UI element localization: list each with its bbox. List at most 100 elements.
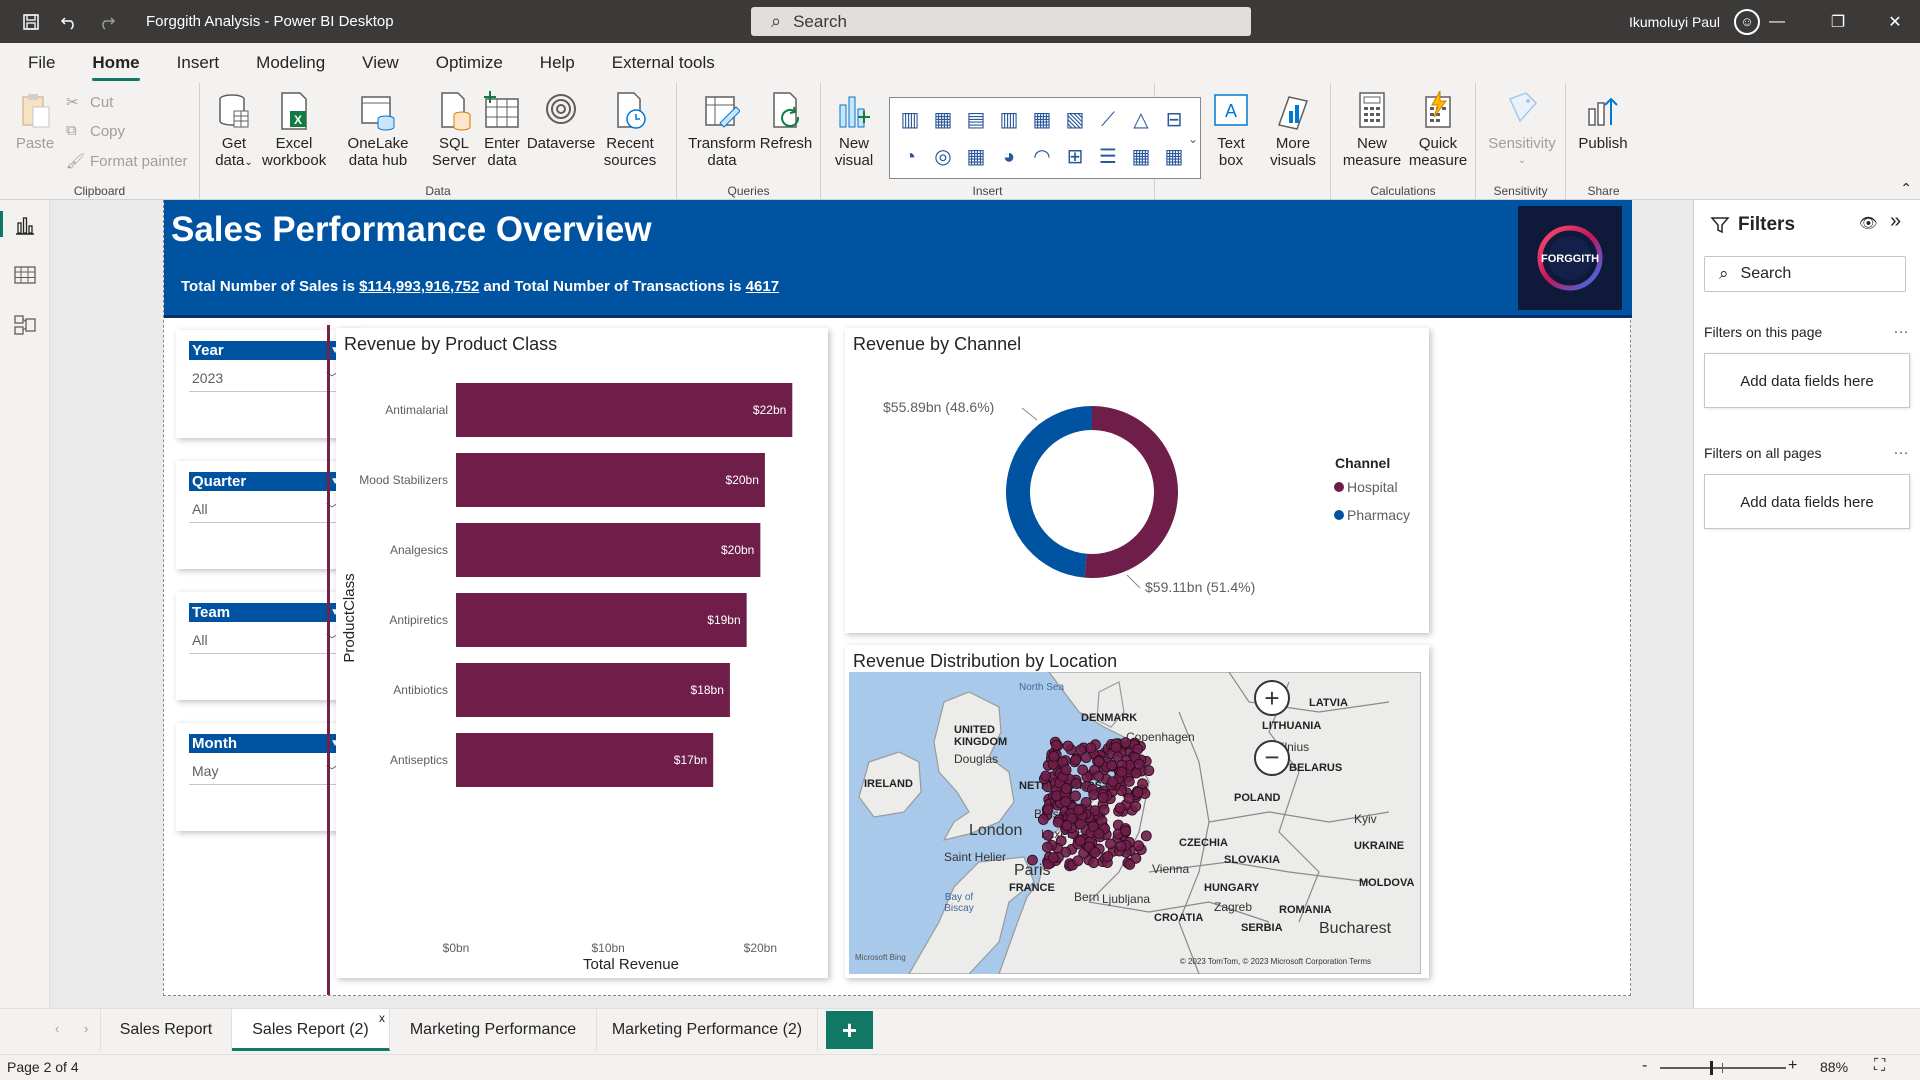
redo-icon[interactable] bbox=[92, 7, 122, 37]
zoom-slider-thumb[interactable] bbox=[1710, 1061, 1713, 1075]
zoom-in-button[interactable]: + bbox=[1254, 680, 1290, 716]
100-column-icon[interactable]: ▧ bbox=[1063, 108, 1087, 132]
sql-server-button[interactable]: SQL Server bbox=[426, 91, 482, 169]
treemap-icon[interactable]: ▦ bbox=[964, 145, 988, 169]
menu-help[interactable]: Help bbox=[540, 43, 575, 83]
location-bubble bbox=[1048, 750, 1060, 762]
donut-chart-icon[interactable]: ◎ bbox=[931, 145, 955, 169]
slicer-month[interactable]: Month▼ May﹀ bbox=[176, 723, 358, 831]
close-button[interactable]: ✕ bbox=[1870, 0, 1920, 43]
minimize-button[interactable]: — bbox=[1752, 0, 1802, 43]
stacked-column-icon[interactable]: ▦ bbox=[931, 108, 955, 132]
clustered-column-icon[interactable]: ▥ bbox=[997, 108, 1021, 132]
ribbon-chart-icon[interactable]: ⊟ bbox=[1162, 108, 1186, 132]
collapse-pane-icon[interactable]: » bbox=[1890, 210, 1901, 233]
quick-measure-button[interactable]: Quick measure bbox=[1405, 91, 1471, 169]
onelake-data-hub-button[interactable]: OneLake data hub bbox=[332, 91, 424, 169]
donut-chart-visual[interactable]: Revenue by Channel $59.11bn (51.4%) $55.8… bbox=[845, 328, 1429, 633]
menu-insert[interactable]: Insert bbox=[177, 43, 220, 83]
map-title: Revenue Distribution by Location bbox=[853, 651, 1118, 671]
sensitivity-icon bbox=[1508, 92, 1538, 123]
zoom-in-icon[interactable]: + bbox=[1788, 1057, 1797, 1075]
close-tab-icon[interactable]: x bbox=[379, 997, 385, 1039]
enter-data-button[interactable]: Enter data bbox=[482, 91, 522, 169]
filters-search-input[interactable]: ⌕ Search bbox=[1704, 256, 1906, 292]
pie-chart-icon[interactable]: ◔ bbox=[898, 145, 922, 169]
undo-icon[interactable] bbox=[54, 7, 84, 37]
menu-home[interactable]: Home bbox=[92, 43, 140, 83]
search-placeholder: Search bbox=[793, 11, 847, 31]
filters-on-all-drop[interactable]: Add data fields here bbox=[1704, 474, 1910, 529]
zoom-slider[interactable] bbox=[1660, 1061, 1786, 1075]
sensitivity-button[interactable]: Sensitivity ⌄ bbox=[1484, 91, 1560, 169]
slicer-year[interactable]: Year▼ 2023﹀ bbox=[176, 330, 358, 438]
format-painter-button[interactable]: 🖌 Format painter bbox=[66, 152, 188, 171]
cut-button[interactable]: ✂ Cut bbox=[66, 93, 113, 112]
menu-optimize[interactable]: Optimize bbox=[436, 43, 503, 83]
more-visuals-button[interactable]: More visuals bbox=[1263, 91, 1323, 169]
filters-on-page-drop[interactable]: Add data fields here bbox=[1704, 353, 1910, 408]
refresh-button[interactable]: Refresh bbox=[759, 91, 813, 152]
map-icon[interactable]: ◕ bbox=[997, 145, 1021, 169]
tab-marketing-performance-2[interactable]: Marketing Performance (2) bbox=[597, 1009, 818, 1051]
excel-workbook-button[interactable]: X Excel workbook bbox=[262, 91, 326, 169]
model-view-icon[interactable] bbox=[13, 313, 37, 337]
search-input[interactable]: ⌕ Search bbox=[751, 7, 1251, 36]
restore-button[interactable]: ❐ bbox=[1813, 0, 1863, 43]
menu-view[interactable]: View bbox=[362, 43, 399, 83]
line-chart-icon[interactable]: ⟋ bbox=[1096, 108, 1120, 132]
add-page-button[interactable]: + bbox=[826, 1011, 873, 1049]
collapse-ribbon-icon[interactable]: ⌃ bbox=[1900, 180, 1912, 197]
map-area[interactable]: North Sea DENMARK Copenhagen UNITED KINGDOM… bbox=[849, 672, 1421, 974]
paste-button[interactable]: Paste bbox=[12, 91, 58, 152]
menu-modeling[interactable]: Modeling bbox=[256, 43, 325, 83]
tab-scroll-left-icon[interactable]: ‹ bbox=[55, 1021, 59, 1036]
recent-sources-button[interactable]: Recent sources bbox=[598, 91, 662, 169]
tab-sales-report[interactable]: Sales Report bbox=[100, 1009, 232, 1051]
slicer-month-dropdown[interactable]: May ﹀ bbox=[189, 757, 344, 785]
slicer-quarter[interactable]: Quarter▼ All﹀ bbox=[176, 461, 358, 569]
area-chart-icon[interactable]: △ bbox=[1129, 108, 1153, 132]
menu-external-tools[interactable]: External tools bbox=[612, 43, 715, 83]
tab-marketing-performance[interactable]: Marketing Performance bbox=[390, 1009, 597, 1051]
new-measure-button[interactable]: New measure bbox=[1341, 91, 1403, 169]
fit-to-page-icon[interactable]: ⛶ bbox=[1874, 1057, 1885, 1075]
more-options-icon[interactable]: … bbox=[1893, 441, 1909, 459]
report-view-icon[interactable] bbox=[13, 213, 37, 237]
menu-file[interactable]: File bbox=[28, 43, 55, 83]
table-view-icon[interactable] bbox=[13, 263, 37, 287]
get-data-button[interactable]: Get data⌄ bbox=[210, 91, 258, 171]
slicer-year-dropdown[interactable]: 2023 ﹀ bbox=[189, 364, 344, 392]
tab-scroll-right-icon[interactable]: › bbox=[84, 1021, 88, 1036]
location-bubble bbox=[1107, 776, 1119, 788]
zoom-out-icon[interactable]: - bbox=[1642, 1057, 1647, 1075]
bar-chart-visual[interactable]: Revenue by Product Class Antimalarial $22… bbox=[336, 328, 828, 978]
copy-button[interactable]: ⧉ Copy bbox=[66, 122, 125, 140]
tab-sales-report-2[interactable]: Sales Report (2) x bbox=[232, 1009, 390, 1051]
publish-button[interactable]: Publish bbox=[1574, 91, 1632, 152]
map-visual[interactable]: Revenue Distribution by Location North S… bbox=[845, 645, 1429, 978]
100-bar-icon[interactable]: ▦ bbox=[1030, 108, 1054, 132]
matrix-icon[interactable]: ▦ bbox=[1162, 145, 1186, 169]
zoom-out-button[interactable]: − bbox=[1254, 740, 1290, 776]
slicer-quarter-dropdown[interactable]: All ﹀ bbox=[189, 495, 344, 523]
visualizations-gallery[interactable]: ▥ ▦ ▤ ▥ ▦ ▧ ⟋ △ ⊟ ◔ ◎ ▦ ◕ ◠ ⊞ ☰ ▦ ▦ ⌄ bbox=[889, 97, 1201, 179]
table-icon[interactable]: ▦ bbox=[1129, 145, 1153, 169]
stacked-bar-icon[interactable]: ▥ bbox=[898, 108, 922, 132]
transform-data-button[interactable]: Transform data bbox=[687, 91, 757, 169]
eye-icon[interactable]: 👁 bbox=[1859, 214, 1878, 232]
slicer-team[interactable]: Team▼ All﹀ bbox=[176, 592, 358, 700]
paste-icon bbox=[22, 94, 50, 128]
new-visual-button[interactable]: New visual bbox=[829, 91, 879, 169]
more-options-icon[interactable]: … bbox=[1893, 320, 1909, 338]
slicer-team-dropdown[interactable]: All ﹀ bbox=[189, 626, 344, 654]
card-icon[interactable]: ⊞ bbox=[1063, 145, 1087, 169]
gallery-expand-icon[interactable]: ⌄ bbox=[1188, 132, 1198, 146]
gauge-icon[interactable]: ◠ bbox=[1030, 145, 1054, 169]
location-bubble bbox=[1130, 801, 1142, 812]
dataverse-button[interactable]: Dataverse bbox=[526, 91, 596, 152]
save-icon[interactable] bbox=[16, 7, 46, 37]
user-account[interactable]: Ikumoluyi Paul ☺ bbox=[1629, 0, 1760, 43]
clustered-bar-icon[interactable]: ▤ bbox=[964, 108, 988, 132]
multirow-card-icon[interactable]: ☰ bbox=[1096, 145, 1120, 169]
